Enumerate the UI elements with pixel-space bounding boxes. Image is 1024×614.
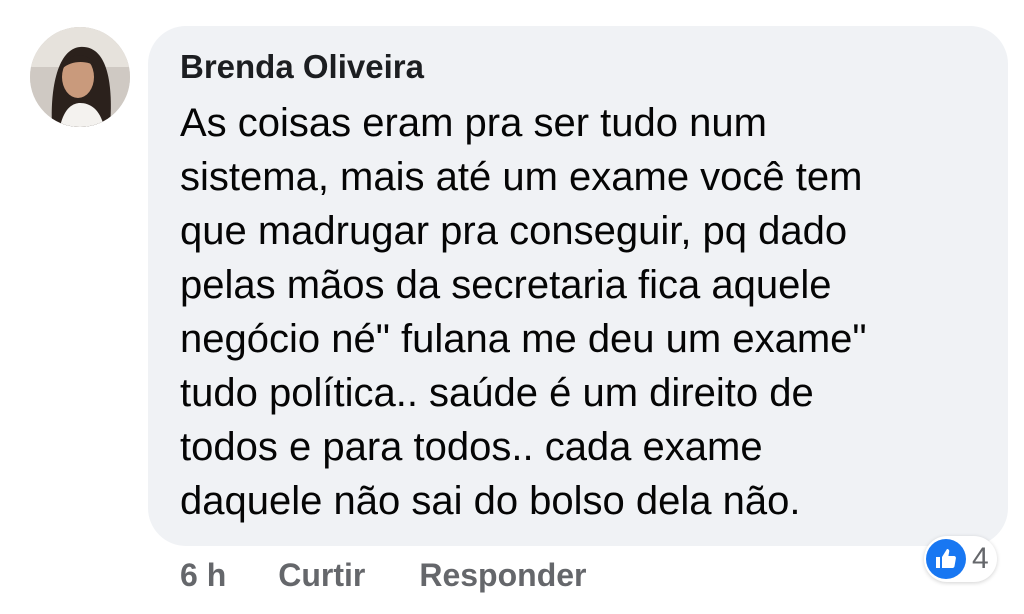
comment: Brenda Oliveira As coisas eram pra ser t… (0, 0, 1024, 614)
reaction-summary[interactable]: 4 (924, 536, 997, 582)
comment-bubble: Brenda Oliveira As coisas eram pra ser t… (148, 26, 1008, 546)
comment-author[interactable]: Brenda Oliveira (180, 48, 976, 86)
comment-actions: 6 h Curtir Responder (180, 553, 586, 597)
like-button[interactable]: Curtir (278, 557, 365, 594)
reply-button[interactable]: Responder (419, 557, 586, 594)
avatar[interactable] (30, 27, 130, 127)
comment-timestamp[interactable]: 6 h (180, 557, 226, 594)
comment-text: As coisas eram pra ser tudo num sistema,… (180, 101, 867, 523)
avatar-photo (30, 27, 130, 127)
thumbs-up-icon (926, 539, 966, 579)
reaction-count: 4 (972, 542, 989, 575)
